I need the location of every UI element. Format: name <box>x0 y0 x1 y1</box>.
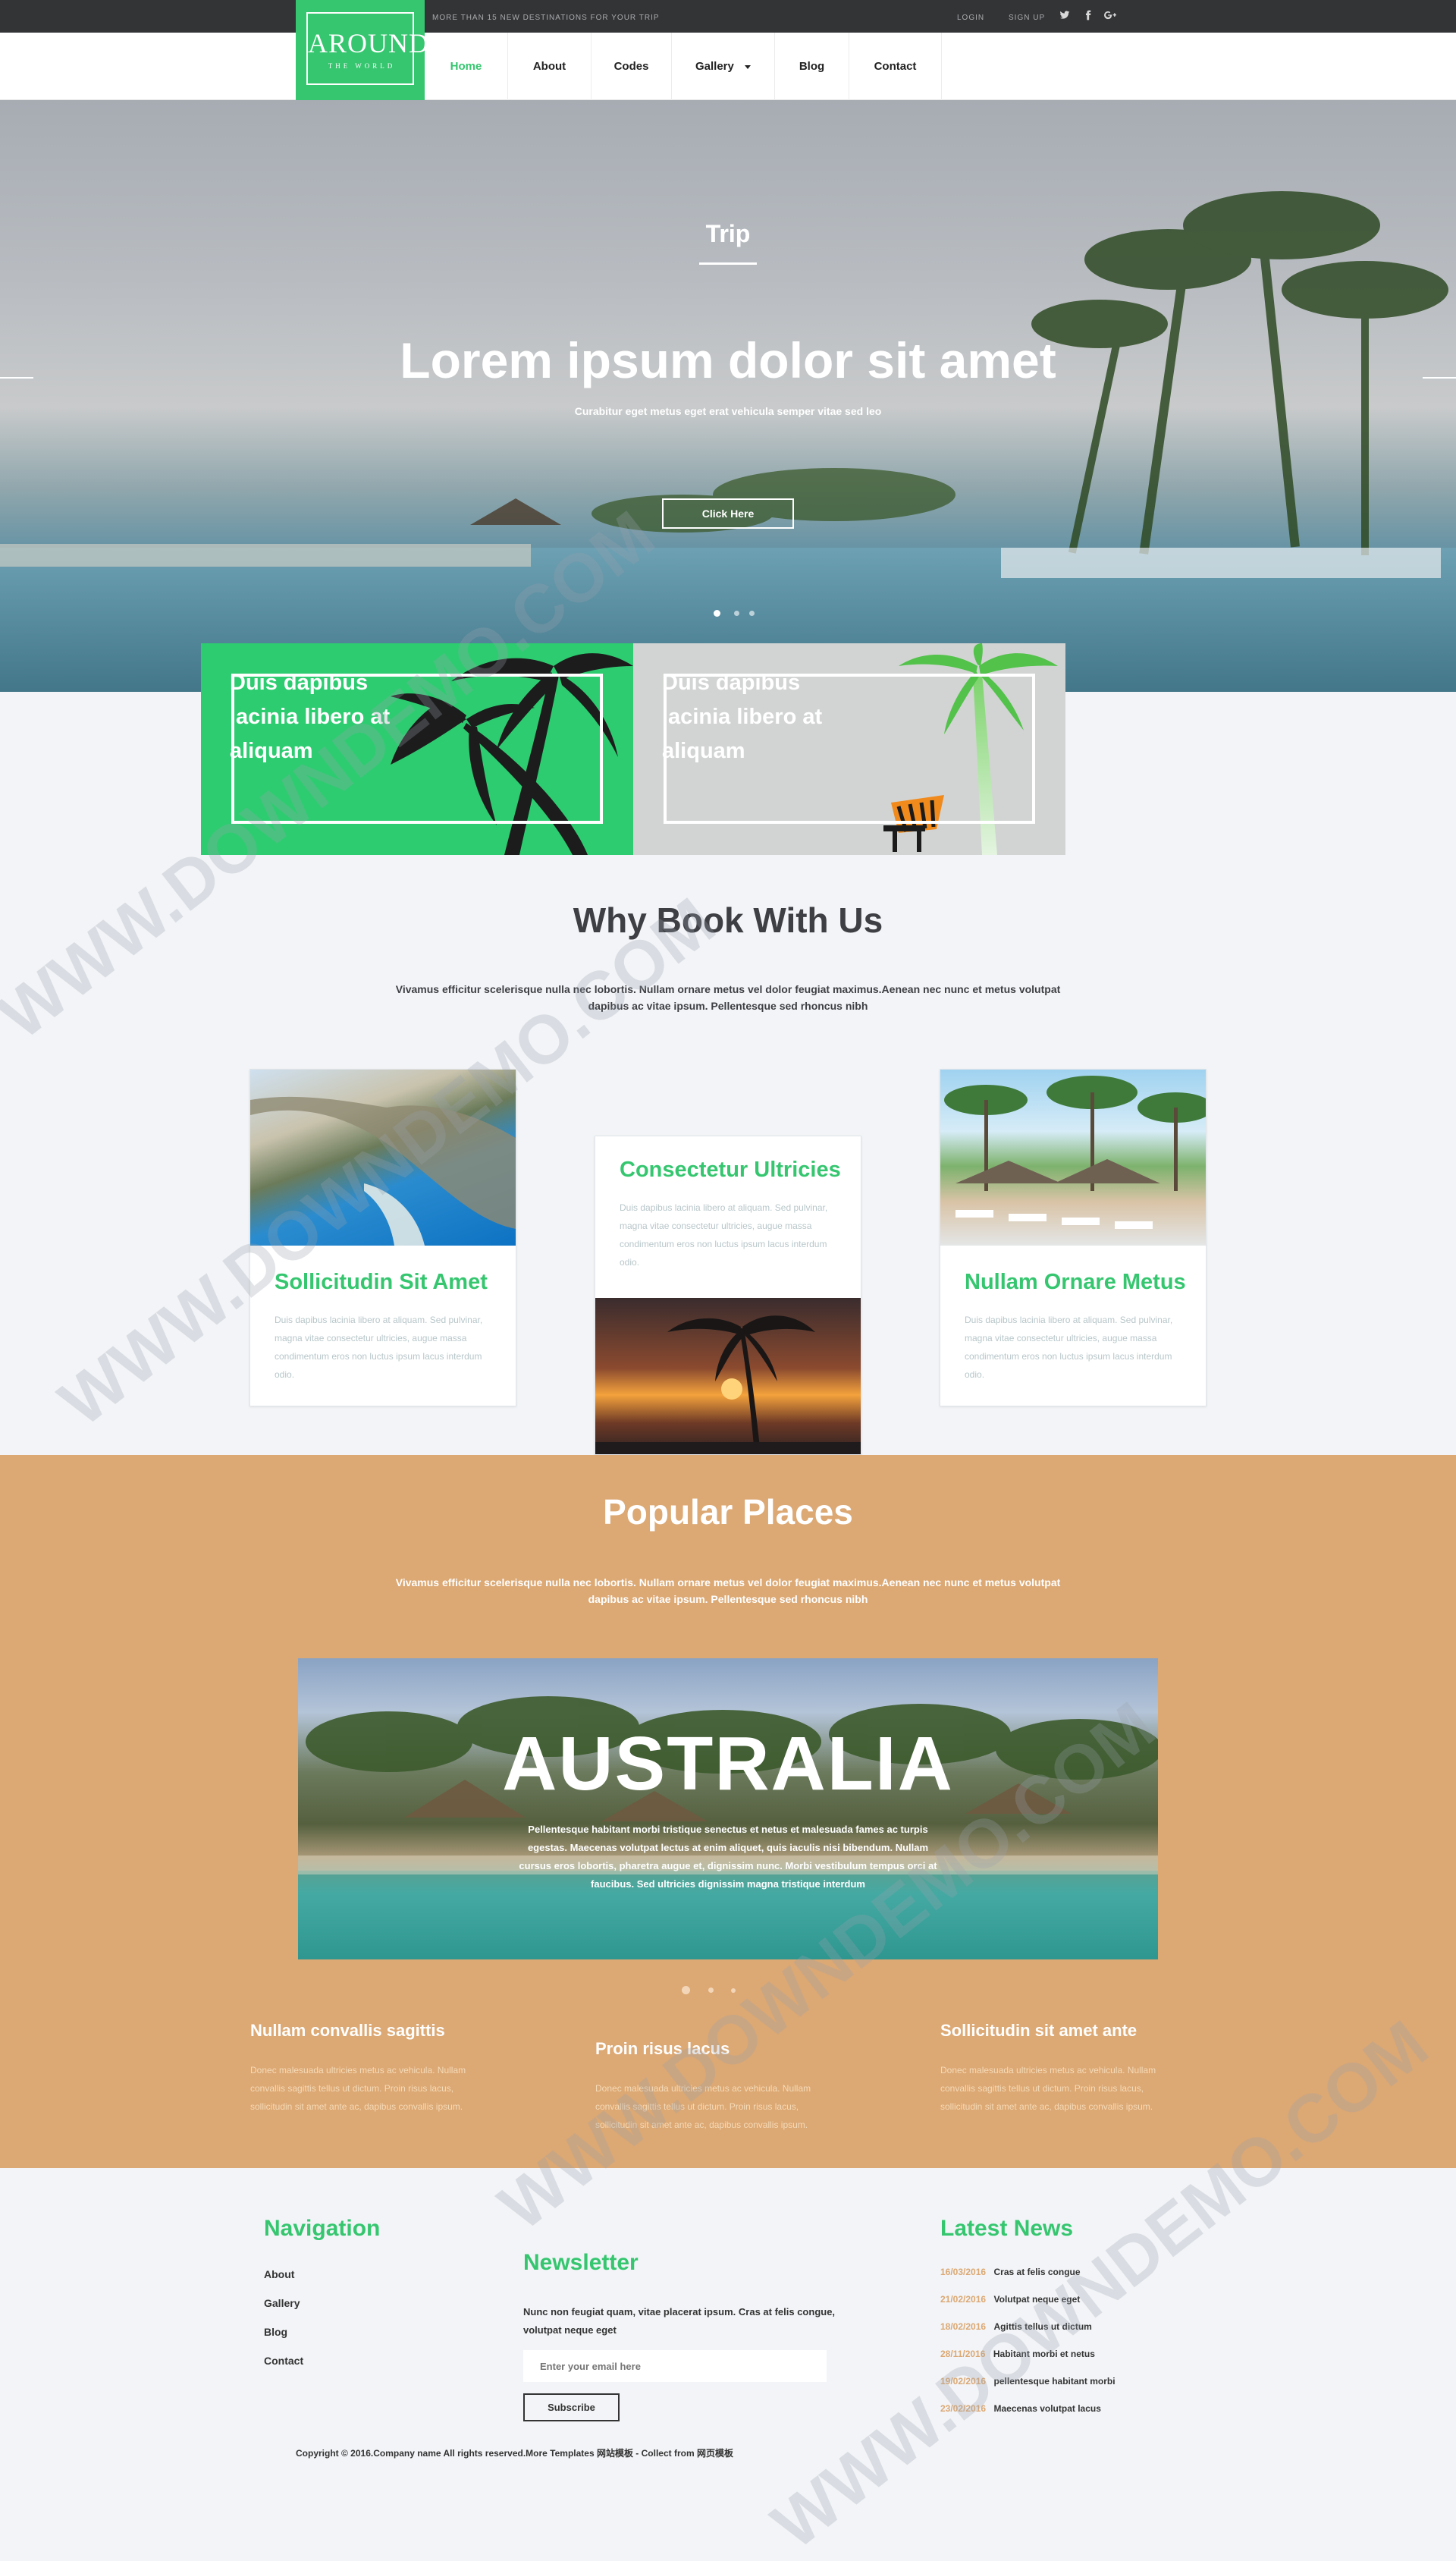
feature-card-1[interactable]: Sollicitudin Sit Amet Duis dapibus lacin… <box>249 1069 516 1406</box>
hero-dot-2[interactable] <box>734 611 739 616</box>
google-plus-icon[interactable] <box>1104 10 1116 23</box>
popular-col-2-title: Proin risus lacus <box>595 2039 730 2058</box>
news-date: 28/11/2016 <box>940 2349 986 2359</box>
news-item[interactable]: 28/11/2016 Habitant morbi et netus <box>940 2347 1095 2361</box>
why-section-title: Why Book With Us <box>573 900 883 940</box>
news-item[interactable]: 23/02/2016 Maecenas volutpat lacus <box>940 2402 1101 2415</box>
hero-prev-arrow[interactable] <box>0 377 33 379</box>
twitter-icon[interactable] <box>1059 10 1071 23</box>
popular-dot-1[interactable] <box>682 1986 690 1994</box>
promo-2-frame <box>664 674 1035 824</box>
tagline: MORE THAN 15 NEW DESTINATIONS FOR YOUR T… <box>432 14 660 22</box>
newsletter-title: Newsletter <box>523 2250 639 2275</box>
nav-item-contact[interactable]: Contact <box>849 33 942 100</box>
news-text: Volutpat neque eget <box>993 2294 1081 2305</box>
site-logo[interactable]: AROUND THE WORLD <box>296 0 430 100</box>
popular-col-1-title: Nullam convallis sagittis <box>250 2021 445 2040</box>
popular-desc: Vivamus efficitur scelerisque nulla nec … <box>395 1576 1061 1605</box>
news-item[interactable]: 19/02/2016 pellentesque habitant morbi <box>940 2374 1116 2388</box>
nav-item-gallery-label: Gallery <box>695 60 734 73</box>
caret-down-icon <box>745 64 752 69</box>
hero-title: Lorem ipsum dolor sit amet <box>400 332 1056 388</box>
hero-palms-illustration <box>470 191 1448 578</box>
news-item[interactable]: 21/02/2016 Volutpat neque eget <box>940 2292 1080 2306</box>
hero-next-arrow[interactable] <box>1423 377 1456 379</box>
popular-col-2-body: Donec malesuada ultricies metus ac vehic… <box>595 2083 811 2130</box>
news-item[interactable]: 18/02/2016 Agittis tellus ut dictum <box>940 2320 1092 2333</box>
card-2-image <box>595 1298 861 1454</box>
newsletter-email-input[interactable] <box>523 2350 827 2382</box>
nav-item-home[interactable]: Home <box>425 33 508 100</box>
popular-col-3-body: Donec malesuada ultricies metus ac vehic… <box>940 2065 1156 2112</box>
hero-subtitle: Curabitur eget metus eget erat vehicula … <box>574 405 882 417</box>
nav-item-blog[interactable]: Blog <box>775 33 849 100</box>
popular-dot-3[interactable] <box>731 1988 736 1993</box>
promo-box-2[interactable]: Duis dapibus lacinia libero at aliquam <box>633 643 1065 855</box>
hero-dot-1[interactable] <box>714 610 720 617</box>
newsletter-desc: Nunc non feugiat quam, vitae placerat ip… <box>523 2306 836 2336</box>
logo-title: AROUND <box>308 28 430 58</box>
signup-link[interactable]: SIGN UP <box>1009 14 1045 22</box>
card-2-title: Consectetur Ultricies <box>620 1158 841 1182</box>
promo-1-frame <box>231 674 603 824</box>
footer-link-contact[interactable]: Contact <box>264 2355 303 2367</box>
nav-item-codes[interactable]: Codes <box>592 33 672 100</box>
feature-card-3[interactable]: Nullam Ornare Metus Duis dapibus lacinia… <box>940 1069 1213 1406</box>
news-text: Habitant morbi et netus <box>993 2349 1095 2359</box>
card-3-title: Nullam Ornare Metus <box>965 1270 1186 1294</box>
subscribe-button[interactable]: Subscribe <box>523 2393 620 2421</box>
logo-subtitle: THE WORLD <box>328 62 396 70</box>
login-link[interactable]: LOGIN <box>957 14 984 22</box>
card-1-body: Duis dapibus lacinia libero at aliquam. … <box>275 1315 483 1380</box>
card-3-body: Duis dapibus lacinia libero at aliquam. … <box>965 1315 1173 1380</box>
feature-card-2[interactable]: Consectetur Ultricies Duis dapibus lacin… <box>595 1136 861 1455</box>
hero-label-underline <box>699 262 757 265</box>
popular-dot-2[interactable] <box>708 1988 714 1993</box>
slide-title: AUSTRALIA <box>502 1721 954 1806</box>
hero-dot-3[interactable] <box>749 611 755 616</box>
facebook-icon[interactable] <box>1082 10 1094 23</box>
card-2-body: Duis dapibus lacinia libero at aliquam. … <box>620 1202 828 1268</box>
news-text: Cras at felis congue <box>993 2267 1081 2277</box>
news-text: Agittis tellus ut dictum <box>993 2321 1092 2332</box>
slide-desc: Pellentesque habitant morbi tristique se… <box>519 1824 937 1890</box>
footer-nav-title: Navigation <box>264 2216 381 2241</box>
news-date: 19/02/2016 <box>940 2376 987 2387</box>
footer-link-about[interactable]: About <box>264 2268 294 2280</box>
news-date: 16/03/2016 <box>940 2267 987 2277</box>
nav-item-gallery[interactable]: Gallery <box>672 33 775 100</box>
news-text: pellentesque habitant morbi <box>993 2376 1116 2387</box>
news-date: 18/02/2016 <box>940 2321 987 2332</box>
news-item[interactable]: 16/03/2016 Cras at felis congue <box>940 2265 1081 2279</box>
card-1-image <box>250 1070 516 1246</box>
logo-frame: AROUND THE WORLD <box>306 12 430 85</box>
tropical-resort-illustration <box>298 1696 1158 1959</box>
coast-illustration <box>250 1096 516 1246</box>
why-section-desc: Vivamus efficitur scelerisque nulla nec … <box>395 983 1061 1012</box>
popular-title: Popular Places <box>603 1492 853 1532</box>
hero-label-text: Trip <box>705 220 751 247</box>
sunset-palm-illustration <box>595 1315 861 1454</box>
news-date: 21/02/2016 <box>940 2294 987 2305</box>
popular-slide[interactable] <box>298 1658 1158 1959</box>
hero-slider: Trip <box>0 100 1456 692</box>
nav-item-about[interactable]: About <box>508 33 592 100</box>
footer-link-gallery[interactable]: Gallery <box>264 2297 300 2309</box>
news-text: Maecenas volutpat lacus <box>993 2403 1101 2414</box>
hero-cta-button[interactable]: Click Here <box>662 498 794 529</box>
latest-news-title: Latest News <box>940 2216 1074 2241</box>
top-bar <box>0 0 1456 33</box>
card-1-title: Sollicitudin Sit Amet <box>275 1270 488 1294</box>
footer-link-blog[interactable]: Blog <box>264 2326 287 2338</box>
resort-illustration <box>944 1076 1213 1229</box>
news-date: 23/02/2016 <box>940 2403 987 2414</box>
copyright-text: Copyright © 2016.Company name All rights… <box>296 2448 733 2459</box>
popular-col-3-title: Sollicitudin sit amet ante <box>940 2021 1138 2040</box>
card-3-image <box>940 1070 1213 1246</box>
popular-col-1-body: Donec malesuada ultricies metus ac vehic… <box>250 2065 466 2112</box>
promo-box-1[interactable]: Duis dapibus lacinia libero at aliquam <box>201 643 633 855</box>
